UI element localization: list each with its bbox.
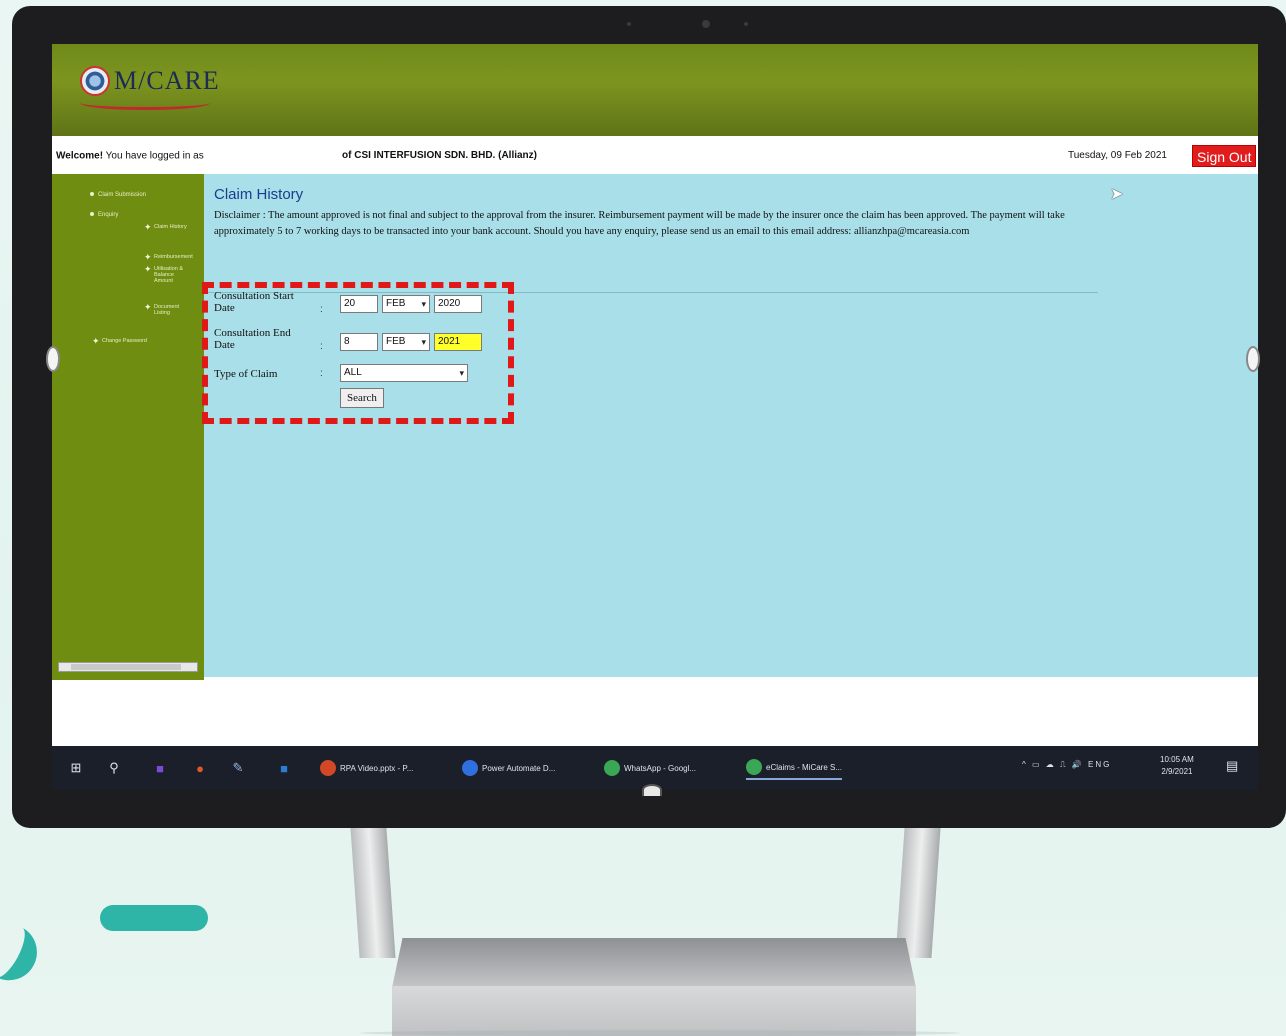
clock-time: 10:05 AM (1160, 755, 1194, 764)
logo-text: M/CARE (114, 66, 220, 95)
decorative-dash (100, 905, 208, 931)
logged-in-text: You have logged in as (105, 150, 204, 162)
taskbar-app-eclaims[interactable]: eClaims - MiCare S... (746, 756, 843, 780)
chrome-icon[interactable]: ● (190, 758, 210, 778)
stand-base (392, 986, 916, 1036)
logo-swoosh (80, 96, 210, 110)
taskbar-app-power-automate[interactable]: Power Automate D... (462, 756, 555, 780)
disclaimer-text: Disclaimer : The amount approved is not … (214, 210, 1065, 237)
nav-sub-claim-history[interactable]: ✦ Claim History (144, 223, 194, 232)
left-navigation: Claim Submission Enquiry ✦ Claim History … (52, 174, 204, 680)
taskbar-app-whatsapp[interactable]: WhatsApp - Googl... (604, 756, 696, 780)
search-icon[interactable]: ⚲ (104, 758, 124, 778)
welcome-label: Welcome! (56, 150, 104, 162)
scrollbar-thumb[interactable] (71, 664, 181, 670)
system-tray[interactable]: ^ ▭ ☁ ⎍ 🔊 ENG (1022, 760, 1111, 770)
clock-date: 2/9/2021 (1161, 767, 1193, 776)
star-icon: ✦ (92, 336, 100, 346)
mcare-logo[interactable]: M/CARE (80, 66, 220, 96)
power-automate-icon (462, 760, 478, 776)
camera-sensor (627, 22, 631, 26)
page-title: Claim History (214, 186, 304, 203)
monitor-chin-knob (642, 784, 662, 796)
welcome-bar: Welcome! You have logged in as of CSI IN… (52, 145, 1258, 167)
star-icon: ✦ (144, 264, 152, 274)
monitor-screen: M/CARE Welcome! You have logged in as of… (52, 44, 1258, 790)
taskbar-app-powerpoint[interactable]: RPA Video.pptx - P... (320, 756, 413, 780)
windows-start-icon[interactable]: ⊞ (66, 758, 86, 778)
nav-sub-utilisation[interactable]: ✦ Utilisation & Balance Amount (144, 265, 194, 285)
star-icon: ✦ (144, 252, 152, 262)
camera-sensor (744, 22, 748, 26)
bullet-icon (90, 212, 94, 217)
stand-base-top (392, 938, 916, 988)
nav-item-enquiry[interactable]: Enquiry (90, 212, 118, 219)
chrome-icon (746, 759, 762, 775)
bullet-icon (90, 192, 94, 197)
nav-horizontal-scrollbar[interactable] (58, 662, 198, 672)
company-name: of CSI INTERFUSION SDN. BHD. (Allianz) (342, 150, 537, 161)
camera-icon (702, 20, 710, 28)
sign-out-button[interactable]: Sign Out (1192, 145, 1257, 167)
powerpoint-icon (320, 760, 336, 776)
app-feather-icon[interactable]: ✎ (228, 758, 248, 778)
outlook-icon[interactable]: ■ (274, 758, 294, 778)
stand-arm-left (350, 828, 396, 958)
mouse-cursor-icon: ➤ (1110, 186, 1124, 203)
redacted-username (206, 150, 297, 162)
taskbar-clock[interactable]: 10:05 AM 2/9/2021 (1160, 754, 1194, 778)
monitor-side-knob (1246, 346, 1260, 372)
notification-icon[interactable]: ▤ (1226, 758, 1238, 774)
onenote-icon[interactable]: ■ (150, 758, 170, 778)
decorative-curve (0, 921, 47, 991)
nav-sub-document-listing[interactable]: ✦ Document Listing (144, 303, 194, 317)
star-icon: ✦ (144, 302, 152, 312)
app-header: M/CARE (52, 44, 1258, 136)
highlight-annotation-box (202, 282, 514, 424)
stand-shadow (360, 1030, 960, 1036)
nav-item-claim-submission[interactable]: Claim Submission (90, 192, 146, 199)
nav-sub-reimbursement[interactable]: ✦ Reimbursement (144, 253, 194, 262)
monitor-side-knob (46, 346, 60, 372)
star-icon: ✦ (144, 222, 152, 232)
globe-logo-icon (80, 66, 110, 96)
main-content: Claim History Disclaimer : The amount ap… (204, 174, 1258, 677)
nav-item-change-password[interactable]: ✦ Change Password (92, 337, 192, 346)
chrome-icon (604, 760, 620, 776)
current-date: Tuesday, 09 Feb 2021 (1068, 150, 1167, 161)
